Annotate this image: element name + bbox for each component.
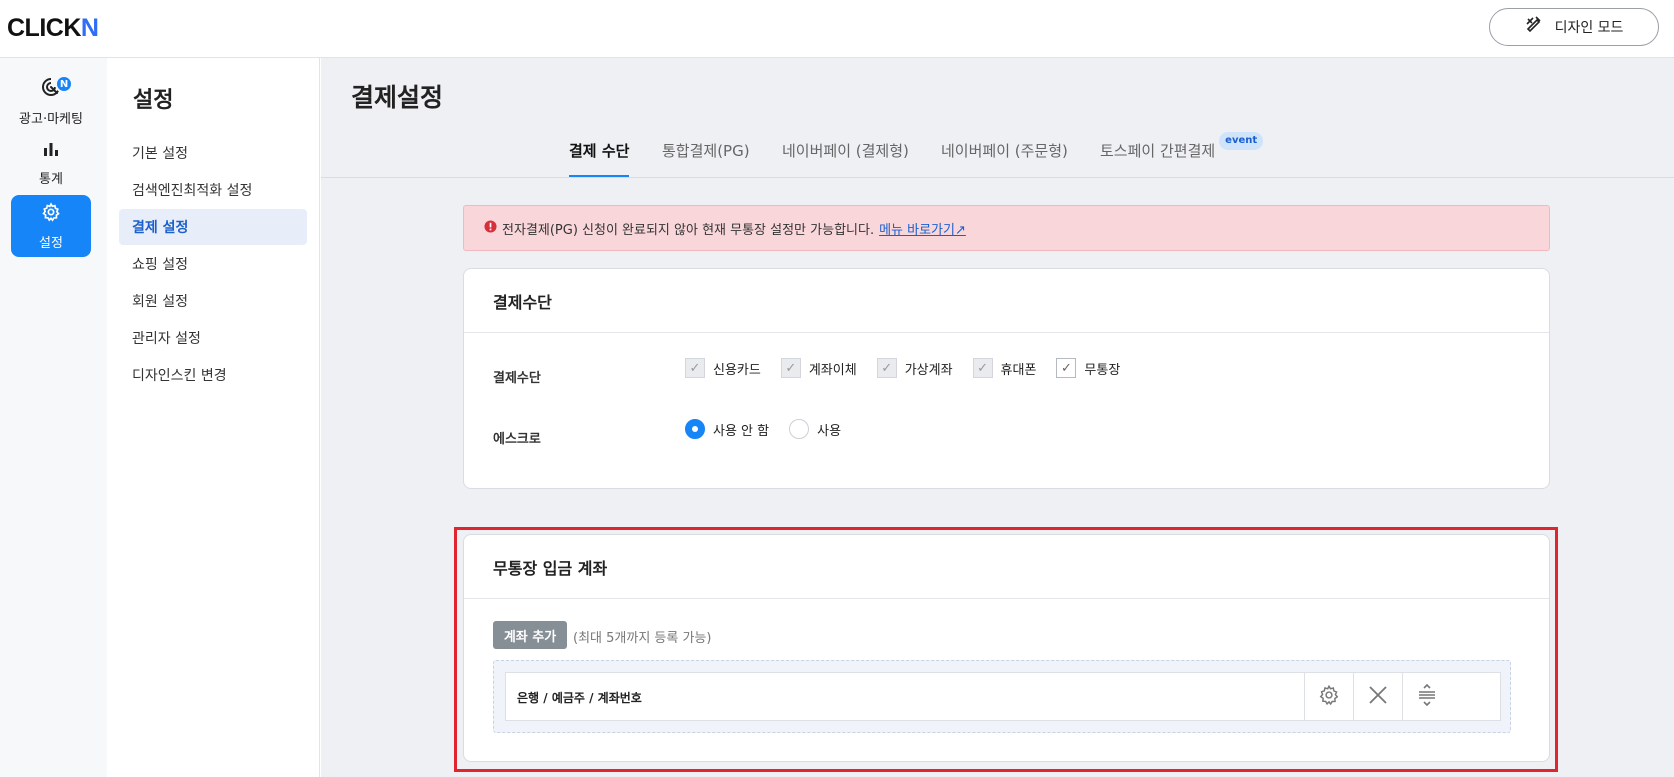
sidebar-item-member[interactable]: 회원 설정 <box>119 283 307 319</box>
account-settings-button[interactable] <box>1304 673 1353 720</box>
clickn-logo[interactable]: CLICKN <box>7 14 99 43</box>
checkbox-label: 계좌이체 <box>808 362 857 378</box>
checkbox-label: 가상계좌 <box>904 362 953 378</box>
add-account-hint: (최대 5개까지 등록 가능) <box>573 631 712 646</box>
tab-label: 네이버페이 (결제형) <box>782 142 909 160</box>
tab-label: 결제 수단 <box>569 142 630 160</box>
account-drag-handle[interactable] <box>1402 673 1451 720</box>
checkbox-label: 휴대폰 <box>1000 362 1037 378</box>
check-icon: ✓ <box>685 358 705 378</box>
escrow-radios: 사용 안 함 사용 <box>685 419 841 439</box>
design-mode-label: 디자인 모드 <box>1554 20 1624 36</box>
tab-label: 네이버페이 (주문형) <box>941 142 1068 160</box>
settings-sidebar: 설정 기본 설정 검색엔진최적화 설정 결제 설정 쇼핑 설정 회원 설정 관리… <box>107 58 320 777</box>
alert-icon <box>484 219 497 237</box>
bank-account-card: 무통장 입금 계좌 계좌 추가 (최대 5개까지 등록 가능) 은행 / 예금주… <box>463 534 1550 762</box>
rail-item-marketing[interactable]: N 광고·마케팅 <box>11 70 91 132</box>
badge-new: N <box>55 75 73 93</box>
add-account-button[interactable]: 계좌 추가 <box>493 621 567 649</box>
tabs-divider <box>321 177 1674 178</box>
sidebar-item-payment[interactable]: 결제 설정 <box>119 209 307 245</box>
radio-escrow-on[interactable]: 사용 <box>789 419 841 439</box>
check-icon: ✓ <box>972 358 993 378</box>
sidebar-title: 설정 <box>133 88 174 113</box>
radio-label: 사용 <box>817 423 842 439</box>
tab-payment-methods[interactable]: 결제 수단 <box>569 140 630 178</box>
icon-rail: N 광고·마케팅 통계 설정 <box>0 58 107 777</box>
card-title: 무통장 입금 계좌 <box>464 535 1549 599</box>
checkbox-virtual-account[interactable]: ✓ 가상계좌 <box>876 358 953 378</box>
tab-pg[interactable]: 통합결제(PG) <box>662 140 750 178</box>
close-icon <box>1368 685 1388 709</box>
pg-alert: 전자결제(PG) 신청이 완료되지 않아 현재 무통장 설정만 가능합니다. 메… <box>463 205 1550 251</box>
main-content: 결제설정 결제 수단 통합결제(PG) 네이버페이 (결제형) 네이버페이 (주… <box>321 58 1674 777</box>
rail-label: 광고·마케팅 <box>19 111 83 127</box>
account-placeholder: 은행 / 예금주 / 계좌번호 <box>517 691 642 705</box>
sidebar-item-admin[interactable]: 관리자 설정 <box>119 320 307 356</box>
logo-accent: N <box>80 14 99 42</box>
checkbox-label: 무통장 <box>1084 362 1121 378</box>
alert-text: 전자결제(PG) 신청이 완료되지 않아 현재 무통장 설정만 가능합니다. <box>502 222 875 238</box>
methods-label: 결제수단 <box>493 371 541 386</box>
radio-selected-icon <box>685 419 705 439</box>
tab-label: 통합결제(PG) <box>662 142 750 160</box>
sidebar-item-skin[interactable]: 디자인스킨 변경 <box>119 357 307 393</box>
checkbox-mobile[interactable]: ✓ 휴대폰 <box>972 358 1037 378</box>
logo-text: CLICK <box>7 14 81 42</box>
account-list: 은행 / 예금주 / 계좌번호 <box>493 660 1511 733</box>
gear-icon <box>41 201 61 226</box>
event-badge: event <box>1219 132 1264 150</box>
top-header: CLICKN 디자인 모드 <box>0 0 1674 58</box>
account-row[interactable]: 은행 / 예금주 / 계좌번호 <box>505 672 1501 721</box>
checkbox-label: 신용카드 <box>713 362 761 378</box>
sidebar-item-shopping[interactable]: 쇼핑 설정 <box>119 246 307 282</box>
page-title: 결제설정 <box>351 83 444 112</box>
sidebar-item-basic[interactable]: 기본 설정 <box>119 135 307 171</box>
checkbox-credit-card[interactable]: ✓ 신용카드 <box>685 358 761 378</box>
radio-label: 사용 안 함 <box>713 423 770 439</box>
rail-item-settings[interactable]: 설정 <box>11 195 91 257</box>
check-icon: ✓ <box>876 358 897 378</box>
radio-escrow-off[interactable]: 사용 안 함 <box>685 419 769 439</box>
checkbox-bank-deposit[interactable]: ✓ 무통장 <box>1056 358 1120 378</box>
tab-naverpay-payment[interactable]: 네이버페이 (결제형) <box>782 140 909 178</box>
design-mode-button[interactable]: 디자인 모드 <box>1489 8 1659 46</box>
tab-naverpay-order[interactable]: 네이버페이 (주문형) <box>941 140 1068 178</box>
checkbox-bank-transfer[interactable]: ✓ 계좌이체 <box>780 358 857 378</box>
gear-icon <box>1318 684 1340 710</box>
pencil-ruler-icon <box>1525 16 1543 38</box>
tab-tosspay[interactable]: 토스페이 간편결제 event <box>1100 132 1264 178</box>
sidebar-item-seo[interactable]: 검색엔진최적화 설정 <box>119 172 307 208</box>
escrow-label: 에스크로 <box>493 432 541 447</box>
payment-methods-card: 결제수단 결제수단 ✓ 신용카드 ✓ 계좌이체 ✓ 가상계좌 ✓ 휴대폰 ✓ 무… <box>463 268 1550 489</box>
check-icon: ✓ <box>1056 358 1077 378</box>
menu-shortcut-link[interactable]: 메뉴 바로가기↗ <box>879 219 966 238</box>
payment-method-checkboxes: ✓ 신용카드 ✓ 계좌이체 ✓ 가상계좌 ✓ 휴대폰 ✓ 무통장 <box>685 358 1120 378</box>
drag-reorder-icon <box>1417 683 1437 710</box>
check-icon: ✓ <box>780 358 801 378</box>
card-title: 결제수단 <box>464 269 1549 333</box>
tab-label: 토스페이 간편결제 <box>1100 142 1216 160</box>
rail-label: 설정 <box>39 235 63 251</box>
account-delete-button[interactable] <box>1353 673 1402 720</box>
radio-empty-icon <box>789 419 810 439</box>
rail-item-stats[interactable]: 통계 <box>11 132 91 194</box>
rail-label: 통계 <box>39 171 63 187</box>
bar-chart-icon <box>42 140 60 162</box>
